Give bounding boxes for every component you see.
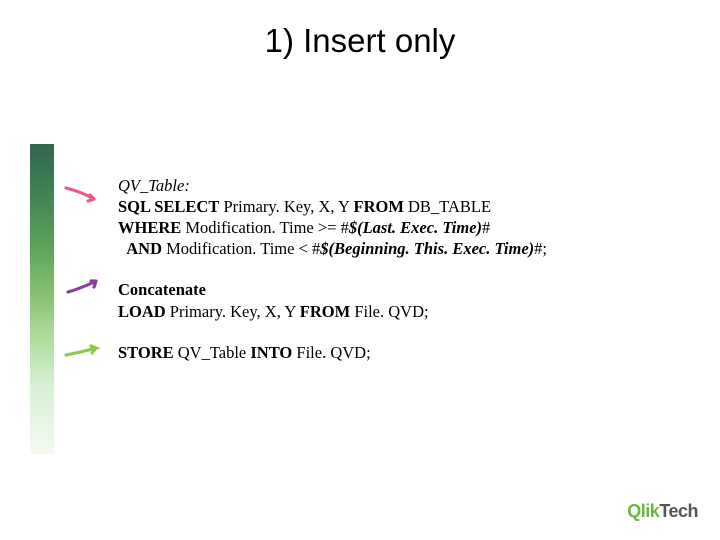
sidebar-gradient	[30, 144, 54, 454]
kw-into: INTO	[250, 343, 292, 362]
slide-title: 1) Insert only	[0, 22, 720, 60]
code-block-load: Concatenate LOAD Primary. Key, X, Y FROM…	[118, 279, 547, 321]
kw-sql-select: SQL SELECT	[118, 197, 219, 216]
file-qvd: File. QVD;	[350, 302, 428, 321]
sql-columns: Primary. Key, X, Y	[219, 197, 353, 216]
kw-from: FROM	[300, 302, 350, 321]
logo-tech: Tech	[659, 501, 698, 521]
load-columns: Primary. Key, X, Y	[166, 302, 300, 321]
var-last-exec-time: $(Last. Exec. Time)	[349, 218, 482, 237]
arrow-icon	[62, 276, 106, 298]
hash-terminator: #;	[534, 239, 547, 258]
kw-where: WHERE	[118, 218, 181, 237]
db-table: DB_TABLE	[404, 197, 491, 216]
qliktech-logo: QlikTech	[627, 501, 698, 522]
logo-qlik: Qlik	[627, 501, 659, 521]
var-begin-exec-time: $(Beginning. This. Exec. Time)	[320, 239, 534, 258]
code-block-sql: QV_Table: SQL SELECT Primary. Key, X, Y …	[118, 175, 547, 259]
file-qvd: File. QVD;	[292, 343, 370, 362]
kw-store: STORE	[118, 343, 174, 362]
where-condition: Modification. Time >= #	[181, 218, 349, 237]
arrow-icon	[62, 184, 106, 206]
arrow-icon	[62, 339, 106, 361]
kw-from: FROM	[353, 197, 403, 216]
store-table: QV_Table	[174, 343, 251, 362]
kw-load: LOAD	[118, 302, 166, 321]
code-block-store: STORE QV_Table INTO File. QVD;	[118, 342, 547, 363]
kw-concatenate: Concatenate	[118, 280, 206, 299]
and-condition: Modification. Time < #	[162, 239, 320, 258]
qv-table-label: QV_Table:	[118, 176, 190, 195]
hash-terminator: #	[482, 218, 490, 237]
code-content: QV_Table: SQL SELECT Primary. Key, X, Y …	[118, 175, 547, 383]
kw-and: AND	[126, 239, 162, 258]
